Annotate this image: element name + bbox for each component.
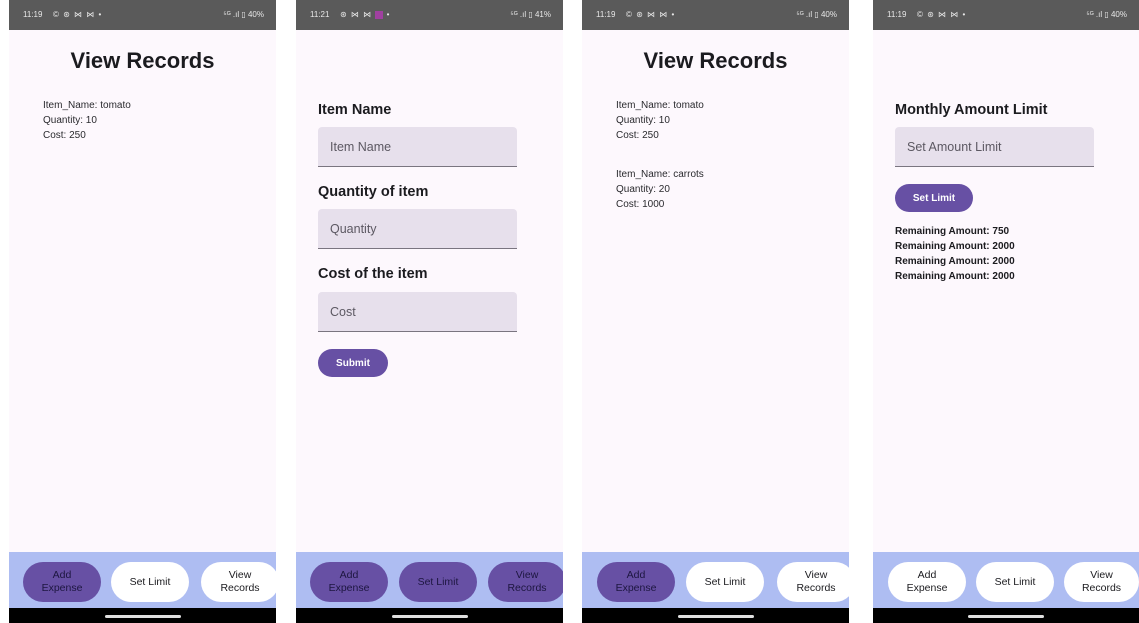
record-item: Item_Name: carrots Quantity: 20 Cost: 10… <box>616 167 704 212</box>
status-time: 11:19 <box>596 10 616 19</box>
bottom-nav-bar: Add Expense Set Limit View Records <box>296 552 563 608</box>
view-records-button[interactable]: View Records <box>488 562 563 602</box>
set-limit-button[interactable]: Set Limit <box>976 562 1054 602</box>
item-name-label: Item Name <box>318 102 392 118</box>
phone-screen-set-limit: 11:19 © ⊛ ⋈ ⋈ • ⁵ᴳ .ıl ▯ 40% Monthly Amo… <box>873 0 1139 623</box>
set-limit-button[interactable]: Set Limit <box>111 562 189 602</box>
notification-icons: © ⊛ ⋈ ⋈ • <box>917 10 967 19</box>
system-nav-bar <box>296 608 563 623</box>
record-item: Item_Name: tomato Quantity: 10 Cost: 250 <box>43 98 131 143</box>
phone-screen-view-records-2: 11:19 © ⊛ ⋈ ⋈ • ⁵ᴳ .ıl ▯ 40% View Record… <box>582 0 849 623</box>
battery-signal-icon: ⁵ᴳ .ıl ▯ 40% <box>796 10 837 19</box>
page-title: View Records <box>643 48 788 73</box>
content-area: View Records Item_Name: tomato Quantity:… <box>582 30 849 552</box>
view-records-button[interactable]: View Records <box>1064 562 1139 602</box>
view-records-button[interactable]: View Records <box>201 562 276 602</box>
set-limit-submit-button[interactable]: Set Limit <box>895 184 973 212</box>
home-handle-icon[interactable] <box>968 615 1044 618</box>
record-quantity: Quantity: 10 <box>616 115 670 126</box>
record-name: Item_Name: carrots <box>616 169 704 180</box>
battery-signal-icon: ⁵ᴳ .ıl ▯ 41% <box>510 10 551 19</box>
home-handle-icon[interactable] <box>391 615 468 618</box>
monthly-limit-label: Monthly Amount Limit <box>895 102 1048 118</box>
status-bar: 11:19 © ⊛ ⋈ ⋈ • ⁵ᴳ .ıl ▯ 40% <box>873 0 1139 30</box>
add-expense-button[interactable]: Add Expense <box>310 562 388 602</box>
status-time: 11:21 <box>310 10 330 19</box>
record-quantity: Quantity: 10 <box>43 115 97 126</box>
record-name: Item_Name: tomato <box>43 100 131 111</box>
record-quantity: Quantity: 20 <box>616 184 670 195</box>
record-name: Item_Name: tomato <box>616 100 704 111</box>
amount-limit-input[interactable] <box>895 127 1094 167</box>
notification-icons: © ⊛ ⋈ ⋈ • <box>53 10 103 19</box>
set-limit-button[interactable]: Set Limit <box>399 562 477 602</box>
content-area: View Records Item_Name: tomato Quantity:… <box>9 30 276 552</box>
record-item: Item_Name: tomato Quantity: 10 Cost: 250 <box>616 98 704 143</box>
battery-signal-icon: ⁵ᴳ .ıl ▯ 40% <box>1086 10 1127 19</box>
battery-signal-icon: ⁵ᴳ .ıl ▯ 40% <box>223 10 264 19</box>
add-expense-button[interactable]: Add Expense <box>888 562 966 602</box>
home-handle-icon[interactable] <box>104 615 181 618</box>
status-bar: 11:19 © ⊛ ⋈ ⋈ • ⁵ᴳ .ıl ▯ 40% <box>582 0 849 30</box>
status-bar: 11:21 ⊛ ⋈ ⋈ • ⁵ᴳ .ıl ▯ 41% <box>296 0 563 30</box>
bottom-nav-bar: Add Expense Set Limit View Records <box>9 552 276 608</box>
add-expense-button[interactable]: Add Expense <box>597 562 675 602</box>
cost-input[interactable] <box>318 292 517 332</box>
record-cost: Cost: 250 <box>616 130 659 141</box>
item-name-input[interactable] <box>318 127 517 167</box>
status-time: 11:19 <box>887 10 907 19</box>
phone-screen-view-records-1: 11:19 © ⊛ ⋈ ⋈ • ⁵ᴳ .ıl ▯ 40% View Record… <box>9 0 276 623</box>
set-limit-button[interactable]: Set Limit <box>686 562 764 602</box>
notification-icons: ⊛ ⋈ ⋈ • <box>340 10 391 19</box>
remaining-amount: Remaining Amount: 750 <box>895 226 1010 237</box>
system-nav-bar <box>9 608 276 623</box>
system-nav-bar <box>582 608 849 623</box>
remaining-amount: Remaining Amount: 2000 <box>895 271 1015 282</box>
page-title: View Records <box>70 48 215 73</box>
status-time: 11:19 <box>23 10 43 19</box>
content-area: Item Name Quantity of item Cost of the i… <box>296 30 563 552</box>
remaining-amount: Remaining Amount: 2000 <box>895 256 1015 267</box>
view-records-button[interactable]: View Records <box>777 562 849 602</box>
bottom-nav-bar: Add Expense Set Limit View Records <box>582 552 849 608</box>
cost-label: Cost of the item <box>318 266 428 282</box>
quantity-input[interactable] <box>318 209 517 249</box>
phone-screen-add-expense: 11:21 ⊛ ⋈ ⋈ • ⁵ᴳ .ıl ▯ 41% Item Name Qua… <box>296 0 563 623</box>
record-cost: Cost: 250 <box>43 130 86 141</box>
notification-icons: © ⊛ ⋈ ⋈ • <box>626 10 676 19</box>
app-notification-icon <box>375 10 384 19</box>
submit-button[interactable]: Submit <box>318 349 388 377</box>
bottom-nav-bar: Add Expense Set Limit View Records <box>873 552 1139 608</box>
remaining-amount-list: Remaining Amount: 750 Remaining Amount: … <box>895 224 1015 284</box>
home-handle-icon[interactable] <box>677 615 754 618</box>
status-bar: 11:19 © ⊛ ⋈ ⋈ • ⁵ᴳ .ıl ▯ 40% <box>9 0 276 30</box>
add-expense-button[interactable]: Add Expense <box>23 562 101 602</box>
record-cost: Cost: 1000 <box>616 199 665 210</box>
system-nav-bar <box>873 608 1139 623</box>
remaining-amount: Remaining Amount: 2000 <box>895 241 1015 252</box>
content-area: Monthly Amount Limit Set Limit Remaining… <box>873 30 1139 552</box>
quantity-label: Quantity of item <box>318 184 429 200</box>
